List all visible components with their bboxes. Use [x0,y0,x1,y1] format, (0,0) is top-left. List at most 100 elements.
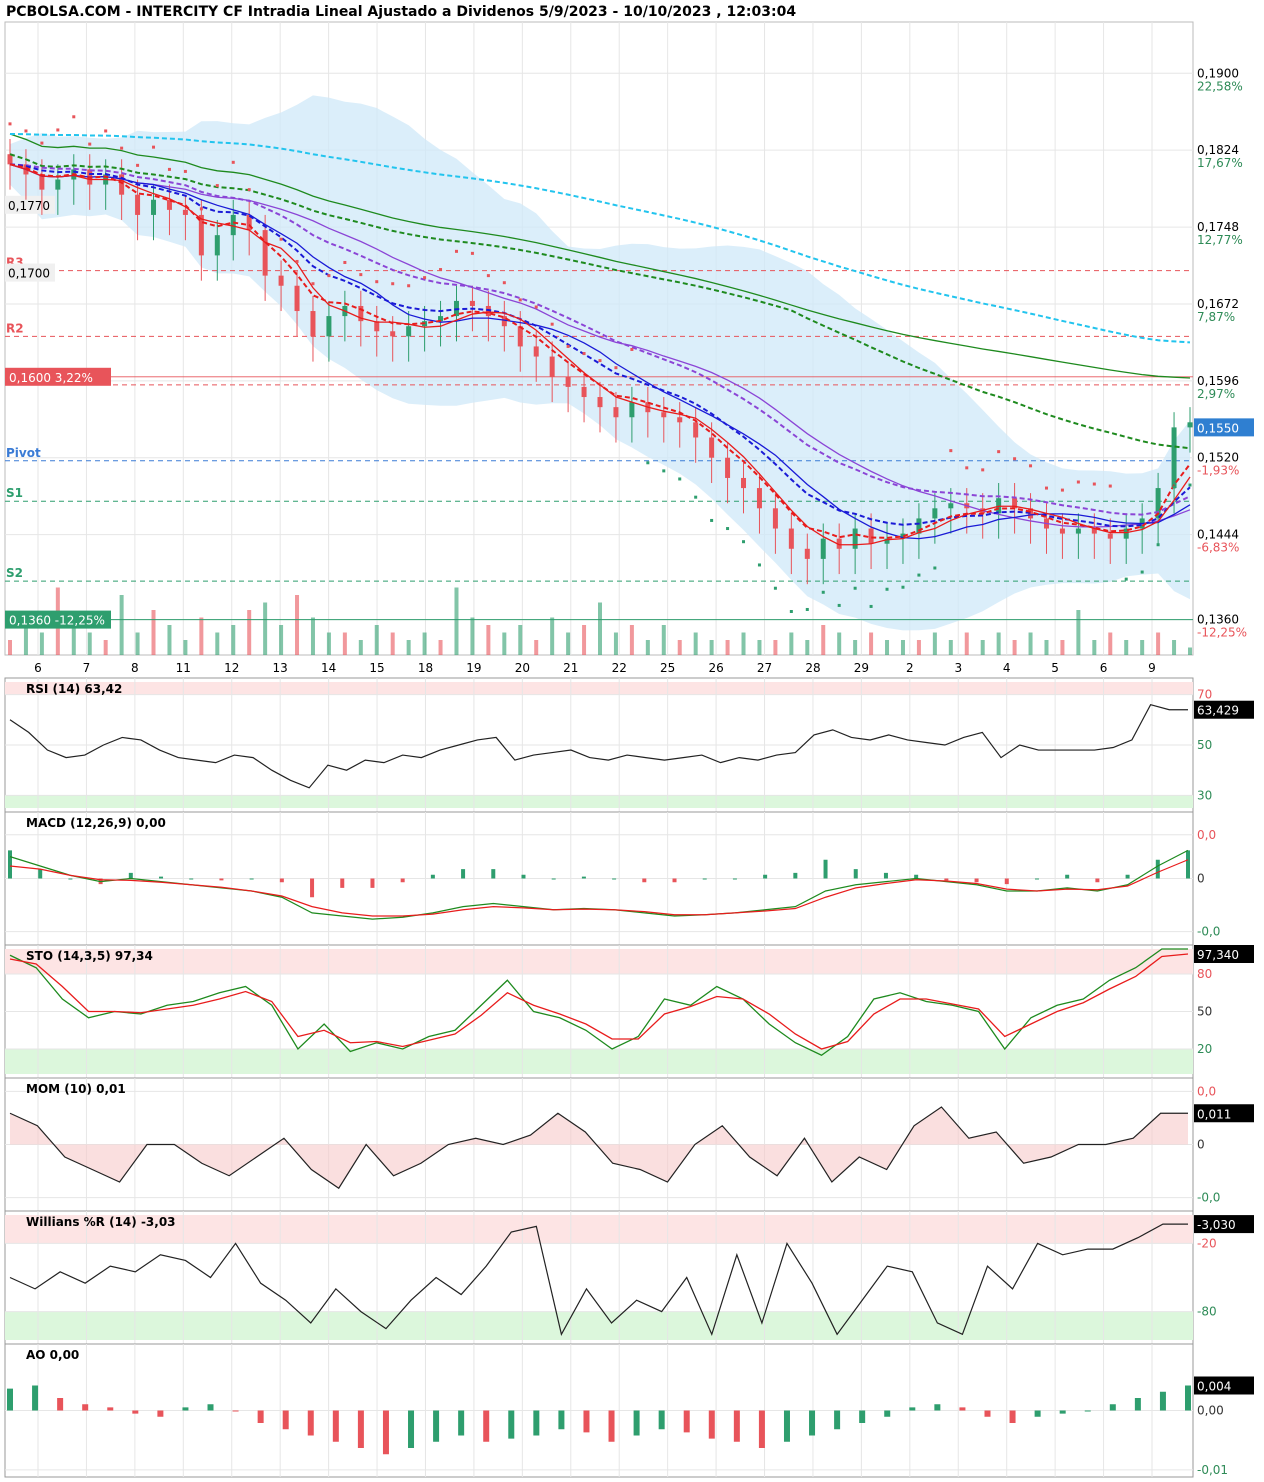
volume-bar [438,640,443,655]
volume-bar [885,640,890,655]
indicator-title: RSI (14) 63,42 [26,682,122,696]
sar-dot [1044,486,1048,490]
y-tick-label: 0,1360 [1197,613,1239,627]
macd-histogram-bar [521,874,526,879]
volume-bar [709,640,714,655]
sar-dot [757,563,761,567]
candle-body [597,397,603,408]
volume-bar [741,632,746,655]
ao-bar [157,1410,164,1417]
volume-bar [247,610,252,655]
x-tick-label: 27 [757,661,772,675]
macd-histogram-bar [1186,850,1190,879]
indicator-title: MACD (12,26,9) 0,00 [26,816,166,830]
indicator-title: STO (14,3,5) 97,34 [26,949,153,963]
sar-dot [136,163,140,167]
macd-histogram-bar [581,876,586,879]
ao-bar [959,1407,966,1411]
candle-body [182,209,188,215]
macd-histogram-bar [763,874,768,879]
candle-body [326,316,332,337]
sar-dot [407,284,411,288]
candle-body [613,407,619,418]
ao-bar [984,1410,991,1417]
macd-histogram-bar [128,872,133,879]
ao-bar [558,1410,565,1430]
volume-bar [629,625,634,655]
volume-bar [598,602,602,655]
sar-dot [1060,488,1064,492]
x-tick-label: 20 [515,661,530,675]
indicator-y-tick: 0,0 [1197,828,1216,842]
sar-dot [215,184,219,188]
sar-dot [885,587,889,591]
macd-histogram-bar [1065,874,1070,879]
sar-dot [614,366,618,370]
volume-bar [374,625,379,655]
volume-bar [87,632,92,655]
ao-bar [583,1410,590,1433]
pivot-level-label: Pivot [6,446,41,460]
ao-bar [533,1410,540,1436]
candle-body [741,477,747,489]
x-tick-label: 13 [273,661,288,675]
candle-body [932,508,938,519]
indicator-title: MOM (10) 0,01 [26,1082,126,1096]
sar-dot [199,207,203,211]
volume-bar [1076,610,1081,655]
ao-bar [382,1410,389,1455]
sar-dot [439,268,443,272]
macd-histogram-bar [551,878,556,880]
indicator-y-tick: 0 [1197,872,1205,886]
sar-dot [837,603,841,607]
chart-canvas: 6 7 8 11 12 13 14 15 18 19 20 21 22 25 26 27 28 29 2 3 4 5 6 9 0… [4,21,1254,1478]
y-tick-label: 0,1520 [1197,451,1239,465]
candle-body [198,214,204,256]
indicator-y-tick: 30 [1197,788,1212,802]
volume-bar [486,625,491,655]
y-tick-label: 0,1900 [1197,66,1239,80]
x-tick-label: 22 [612,661,627,675]
indicator-title: AO 0,00 [26,1348,79,1362]
macd-histogram-bar [279,878,284,883]
indicator-y-tick: -20 [1197,1236,1217,1250]
sar-dot [981,468,985,472]
candle-body [820,538,826,559]
volume-bar [948,640,953,655]
candle-body [135,194,141,215]
ao-bar [1185,1385,1191,1411]
ao-bar [458,1410,465,1436]
ao-bar [1109,1404,1116,1411]
x-tick-label: 3 [954,661,962,675]
volume-bar [23,625,28,655]
candle-body [948,503,954,509]
sar-dot [470,251,474,255]
sar-dot [1029,464,1033,468]
ao-bar [132,1410,139,1414]
sar-dot [104,129,108,133]
candle-body [788,528,794,549]
volume-bar [358,640,363,655]
sar-dot [486,274,490,278]
ao-bar [834,1410,841,1430]
ao-bar [1034,1410,1041,1417]
sar-dot [566,344,570,348]
candle-body [469,300,475,306]
volume-bar [279,625,284,655]
macd-histogram-bar [461,869,466,879]
sar-dot [678,477,682,481]
sar-dot [391,282,395,286]
candle-body [1171,427,1177,489]
macd-histogram-bar [189,878,194,880]
sar-dot [423,276,427,280]
volume-bar [645,640,650,655]
volume-bar [980,640,985,655]
ao-bar [783,1410,790,1442]
volume-bar [900,640,905,655]
ao-bar [307,1410,314,1436]
sar-dot [88,142,92,146]
indicator-y-tick: 80 [1197,967,1212,981]
sar-dot [1108,484,1112,488]
indicator-y-tick: -0,0 [1197,1191,1220,1205]
x-tick-label: 26 [708,661,723,675]
